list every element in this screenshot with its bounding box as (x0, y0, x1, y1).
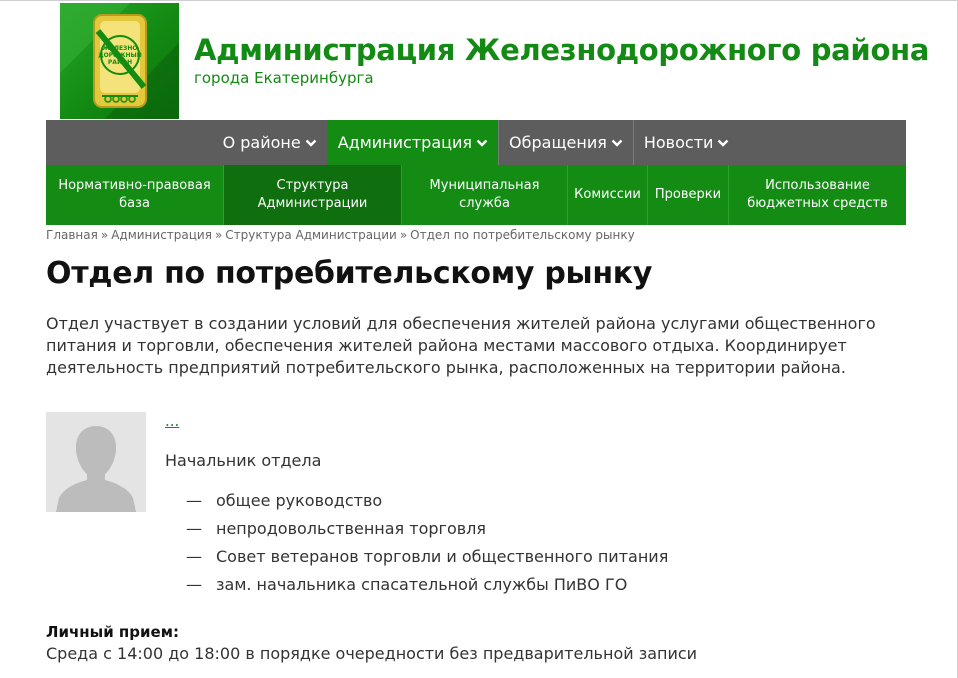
breadcrumb: Главная» Администрация» Структура Админист… (46, 228, 635, 242)
list-item: — непродовольственная торговля (186, 518, 668, 546)
chevron-down-icon (305, 139, 317, 147)
district-logo-graphic: ЖЕЛЕЗНО ДОРОЖНЫЙ РАЙОН (60, 3, 179, 119)
subnav-label-line-1: Использование (765, 178, 870, 193)
subnav-label-line-2: база (119, 196, 150, 211)
person-position: Начальник отдела (165, 451, 322, 470)
reception-label: Личный прием: (46, 623, 179, 641)
district-logo[interactable]: ЖЕЛЕЗНО ДОРОЖНЫЙ РАЙОН (60, 3, 179, 119)
topnav-item-label: О районе (222, 133, 301, 152)
subnav-label-line-2: бюджетных средств (747, 196, 888, 211)
breadcrumb-link-structure[interactable]: Структура Администрации (225, 228, 397, 242)
subnav-label-line-1: Муниципальная (429, 178, 540, 193)
topnav-item-label: Обращения (509, 133, 607, 152)
list-item: — общее руководство (186, 490, 668, 518)
subnav-label-line-1: Структура (276, 178, 349, 193)
duty-text: непродовольственная торговля (216, 519, 487, 538)
list-item: — зам. начальника спасательной службы ПиВ… (186, 574, 668, 602)
duties-list: — общее руководство — непродовольственная … (186, 490, 668, 602)
list-dash: — (186, 575, 202, 594)
topnav-item-appeals[interactable]: Обращения (498, 120, 633, 165)
avatar (46, 412, 146, 512)
chevron-down-icon (611, 139, 623, 147)
department-description: Отдел участвует в создании условий для о… (46, 314, 876, 377)
breadcrumb-separator: » (100, 228, 109, 242)
subnav-item-regulatory-base[interactable]: Нормативно-правовая база (46, 165, 223, 225)
topnav-item-administration[interactable]: Администрация (326, 120, 499, 165)
list-dash: — (186, 519, 202, 538)
logo-text-line-2: ДОРОЖНЫЙ (98, 51, 142, 59)
topnav-item-about[interactable]: О районе (213, 120, 327, 165)
breadcrumb-current: Отдел по потребительскому рынку (410, 228, 635, 242)
page-title: Отдел по потребительскому рынку (46, 256, 653, 291)
breadcrumb-link-home[interactable]: Главная (46, 228, 98, 242)
duty-text: зам. начальника спасательной службы ПиВО… (216, 575, 628, 594)
top-navigation: О районе Администрация Обращения Новости (46, 120, 906, 165)
subnav-item-label: Использование бюджетных средств (747, 177, 888, 213)
breadcrumb-link-administration[interactable]: Администрация (111, 228, 212, 242)
subnav-item-inspections[interactable]: Проверки (647, 165, 728, 225)
subnav-item-label: Проверки (654, 187, 722, 202)
subnav-item-structure[interactable]: Структура Администрации (223, 165, 401, 225)
duty-text: общее руководство (216, 491, 383, 510)
subnav-label-line-2: служба (459, 196, 510, 211)
breadcrumb-separator: » (214, 228, 223, 242)
topnav-item-news[interactable]: Новости (632, 120, 740, 165)
subnav-label-line-2: Администрации (257, 196, 368, 211)
subnav-item-label: Структура Администрации (258, 177, 368, 213)
logo-text-line-1: ЖЕЛЕЗНО (103, 45, 138, 52)
site-title[interactable]: Администрация Железнодорожного района (194, 33, 929, 67)
person-silhouette-icon (46, 412, 146, 512)
chevron-down-icon (476, 139, 488, 147)
topnav-item-label: Новости (643, 133, 714, 152)
subnav-item-municipal-service[interactable]: Муниципальная служба (401, 165, 567, 225)
logo-text-line-3: РАЙОН (108, 58, 132, 66)
list-dash: — (186, 491, 202, 510)
topnav-item-label: Администрация (337, 133, 473, 152)
sub-navigation: Нормативно-правовая база Структура Админис… (46, 165, 906, 225)
reception-hours: Среда с 14:00 до 18:00 в порядке очередн… (46, 644, 698, 663)
subnav-item-label: Муниципальная служба (430, 177, 540, 213)
site-subtitle: города Екатеринбурга (194, 69, 374, 87)
chevron-down-icon (718, 139, 729, 147)
window-frame-top (0, 0, 958, 1)
subnav-label-line-1: Нормативно-правовая (58, 178, 211, 193)
duty-text: Совет ветеранов торговли и общественного… (216, 547, 669, 566)
person-name-link[interactable]: ... (165, 412, 179, 430)
list-dash: — (186, 547, 202, 566)
subnav-item-budget-use[interactable]: Использование бюджетных средств (728, 165, 906, 225)
subnav-item-label: Комиссии (574, 187, 641, 202)
subnav-item-commissions[interactable]: Комиссии (567, 165, 647, 225)
subnav-item-label: Нормативно-правовая база (58, 177, 210, 213)
list-item: — Совет ветеранов торговли и общественног… (186, 546, 668, 574)
breadcrumb-separator: » (399, 228, 408, 242)
site-header: ЖЕЛЕЗНО ДОРОЖНЫЙ РАЙОН Администрация Жел… (60, 3, 929, 119)
